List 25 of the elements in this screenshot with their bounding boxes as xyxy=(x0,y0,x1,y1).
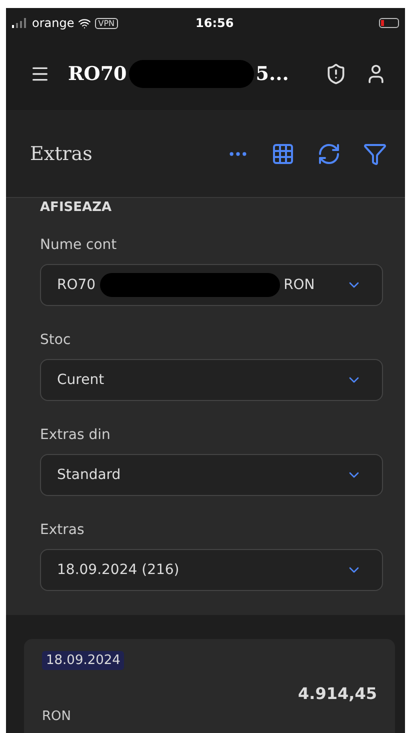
currency-label: RON xyxy=(42,709,72,724)
dropdown-field[interactable]: 18.09.2024 (216) xyxy=(40,549,383,591)
amount-value: 4.914,45 xyxy=(298,684,377,703)
account-title: RO70 xyxy=(68,63,127,85)
account-title-end: 5... xyxy=(256,63,289,85)
dropdown-field[interactable]: Curent xyxy=(40,359,383,401)
field-label: Stoc xyxy=(40,332,72,348)
dropdown-field[interactable]: Standard xyxy=(40,454,383,496)
shield-alert-icon[interactable] xyxy=(325,63,347,85)
vpn-indicator: VPN xyxy=(95,18,118,28)
refresh-icon[interactable] xyxy=(317,142,341,166)
battery-icon xyxy=(379,18,399,28)
clock-time: 16:56 xyxy=(196,16,235,30)
dropdown-field[interactable]: RO70 RON xyxy=(40,264,383,306)
wifi-icon xyxy=(78,16,92,30)
date-tag: 18.09.2024 xyxy=(42,651,124,670)
section-title: Extras xyxy=(30,142,94,164)
section-heading: AFISEAZA xyxy=(40,200,113,215)
statement-card[interactable]: 18.09.2024 4.914,45 RON xyxy=(24,639,395,733)
filter-icon[interactable] xyxy=(363,142,387,166)
field-label: Extras xyxy=(40,522,86,538)
field-label: Extras din xyxy=(40,427,112,443)
signal-icon xyxy=(12,18,28,28)
field-label: Nume cont xyxy=(40,237,118,253)
carrier-name: orange xyxy=(32,16,74,30)
